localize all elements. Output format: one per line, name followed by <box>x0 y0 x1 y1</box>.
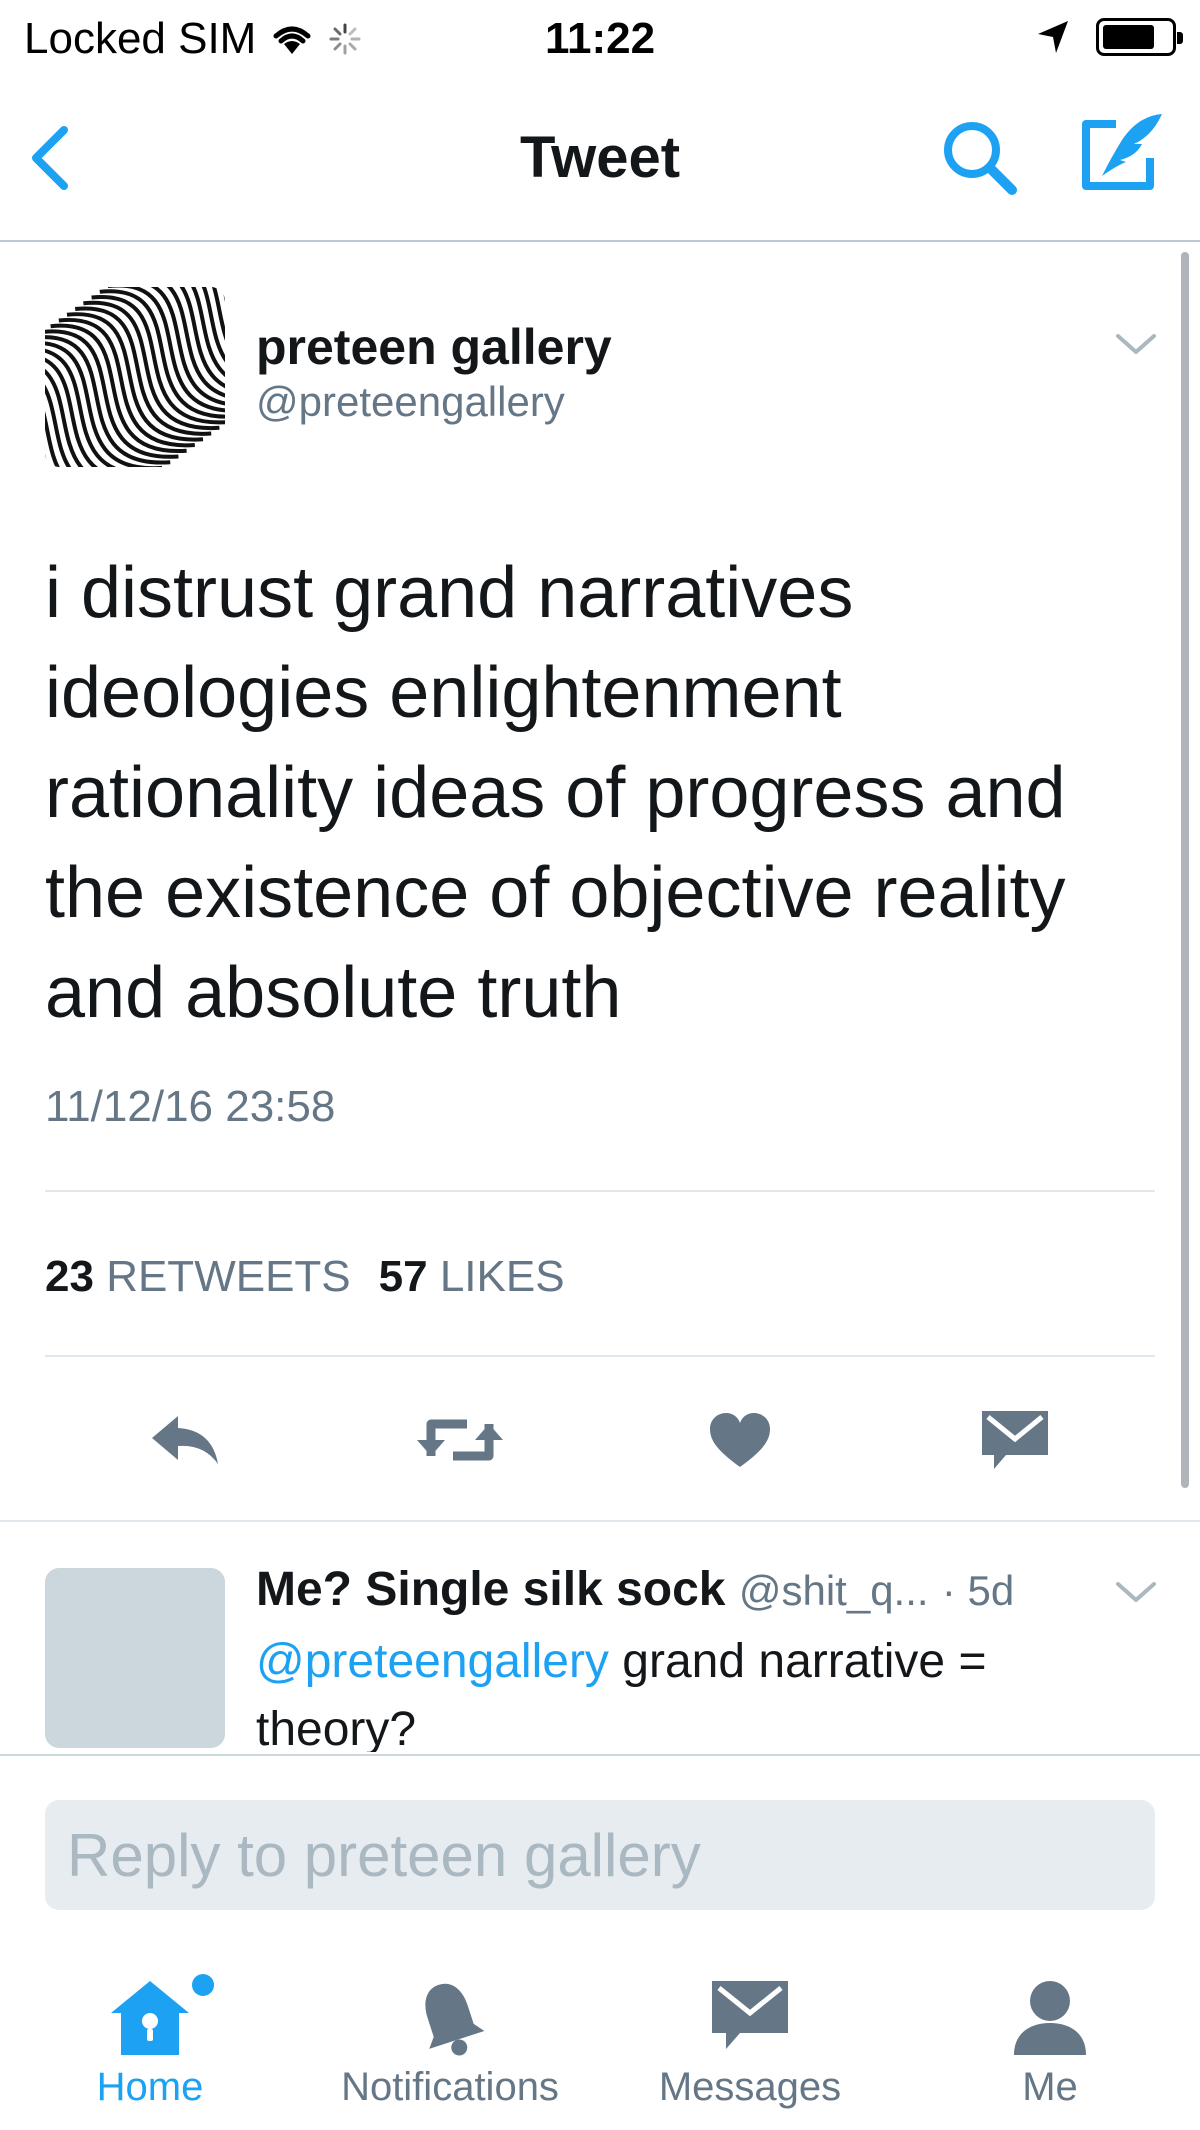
tweet-detail-screen: Locked SIM 11:22 Tweet preteen gallery @… <box>0 0 1200 2130</box>
home-unread-badge <box>192 1974 214 1996</box>
retweets-stat[interactable]: 23 RETWEETS <box>45 1252 351 1302</box>
tweet-timestamp: 11/12/16 23:58 <box>45 1082 336 1131</box>
navigation-bar: Tweet <box>0 78 1200 242</box>
retweet-icon <box>417 1419 503 1461</box>
reply-options-button[interactable] <box>1114 1578 1158 1606</box>
battery-nub <box>1177 32 1183 44</box>
heart-icon <box>710 1413 770 1467</box>
author-name[interactable]: preteen gallery <box>256 318 612 376</box>
author-handle[interactable]: @preteengallery <box>256 378 565 426</box>
reply-input[interactable] <box>45 1800 1155 1910</box>
like-button[interactable] <box>690 1400 790 1480</box>
person-icon <box>1014 1981 1086 2055</box>
compose-quill-icon <box>1082 114 1162 190</box>
likes-label: LIKES <box>439 1252 565 1301</box>
direct-message-button[interactable] <box>965 1400 1065 1480</box>
op-art-stripes-avatar <box>45 287 225 467</box>
retweets-count: 23 <box>45 1252 94 1301</box>
battery-level <box>1103 25 1155 49</box>
home-icon <box>111 1981 189 2055</box>
search-icon <box>944 122 1017 195</box>
tweet-options-button[interactable] <box>1114 330 1158 358</box>
retweets-label: RETWEETS <box>106 1252 351 1301</box>
tab-notifications[interactable]: Notifications <box>320 1965 580 2125</box>
reply-author-handle[interactable]: @shit_q... <box>739 1567 929 1614</box>
reply-text: @preteengallery grand narrative = theory… <box>256 1628 1126 1752</box>
reply-age: · 5d <box>941 1567 1015 1614</box>
reply-button[interactable] <box>135 1400 235 1480</box>
tab-messages-label: Messages <box>658 2065 842 2109</box>
status-time: 11:22 <box>544 14 656 63</box>
search-button[interactable] <box>938 116 1022 200</box>
status-bar-right <box>1036 18 1183 56</box>
reply-icon <box>152 1416 218 1464</box>
bell-icon <box>425 1983 485 2056</box>
reply-mention-link[interactable]: @preteengallery <box>256 1635 609 1688</box>
author-avatar[interactable] <box>45 287 225 467</box>
retweet-button[interactable] <box>410 1400 510 1480</box>
tab-home-label: Home <box>96 2065 204 2109</box>
compose-button[interactable] <box>1072 110 1168 200</box>
tweet-stats: 23 RETWEETS 57 LIKES <box>45 1252 565 1302</box>
tweet-text: i distrust grand narratives ideologies e… <box>45 553 1066 1033</box>
reply-author-name[interactable]: Me? Single silk sock <box>256 1563 726 1616</box>
compose-separator <box>0 1754 1200 1756</box>
battery-icon <box>1096 18 1183 56</box>
tab-me-label: Me <box>1022 2065 1078 2109</box>
envelope-icon <box>712 1981 788 2049</box>
chevron-down-icon <box>1116 1582 1156 1602</box>
tab-notifications-label: Notifications <box>341 2065 559 2109</box>
status-bar: Locked SIM 11:22 <box>0 0 1200 78</box>
location-arrow-icon <box>1038 21 1068 53</box>
tab-me[interactable]: Me <box>960 1965 1140 2125</box>
tab-messages[interactable]: Messages <box>630 1965 870 2125</box>
reply-header: Me? Single silk sock @shit_q... · 5d <box>256 1562 1086 1617</box>
likes-count: 57 <box>378 1252 428 1301</box>
section-separator <box>0 1520 1200 1522</box>
chevron-down-icon <box>1116 334 1156 354</box>
scrollbar-thumb[interactable] <box>1181 252 1189 1488</box>
divider <box>45 1190 1155 1192</box>
divider <box>45 1355 1155 1357</box>
likes-stat[interactable]: 57 LIKES <box>379 1252 565 1302</box>
reply-author-avatar[interactable] <box>45 1568 225 1748</box>
envelope-icon <box>982 1411 1048 1469</box>
